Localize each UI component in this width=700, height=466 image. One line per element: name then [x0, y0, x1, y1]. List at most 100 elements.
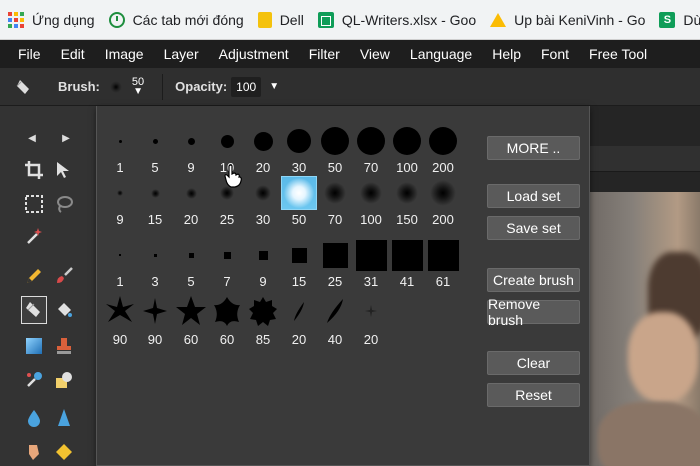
brush-cell[interactable]: 60: [173, 295, 209, 352]
brush-size-label: 30: [291, 160, 307, 175]
menu-font[interactable]: Font: [531, 46, 579, 62]
paint-bucket-icon[interactable]: [52, 298, 76, 322]
custom-brush-icon: [245, 294, 281, 333]
brush-cell[interactable]: 200: [425, 124, 461, 180]
menu-filter[interactable]: Filter: [299, 46, 350, 62]
bookmark-recent-tabs[interactable]: Các tab mới đóng: [108, 11, 244, 28]
round-brush-icon: [393, 127, 421, 155]
brush-cell[interactable]: 31: [353, 238, 389, 294]
brush-cell[interactable]: 50: [317, 124, 353, 180]
bookmark-ql-writers[interactable]: QL-Writers.xlsx - Goo: [317, 11, 476, 28]
menu-help[interactable]: Help: [482, 46, 531, 62]
opacity-field[interactable]: 100: [231, 76, 262, 97]
soft-brush-icon: [324, 182, 346, 204]
lasso-tool-icon[interactable]: [52, 192, 76, 216]
brush-cell[interactable]: 20: [281, 296, 317, 352]
reset-button[interactable]: Reset: [487, 383, 580, 407]
menu-view[interactable]: View: [350, 46, 400, 62]
custom-brush-icon: [281, 294, 317, 333]
brush-tool-icon[interactable]: [52, 264, 76, 288]
brush-cell[interactable]: 25: [317, 238, 353, 294]
brush-shape: [353, 176, 389, 210]
menu-image[interactable]: Image: [95, 46, 154, 62]
brush-cell[interactable]: 30: [245, 176, 281, 232]
brush-cell[interactable]: 9: [173, 124, 209, 180]
collapse-left-icon[interactable]: ◀: [20, 126, 44, 150]
brush-size-dropdown[interactable]: 50 ▼: [132, 76, 144, 97]
expand-right-icon[interactable]: ▶: [54, 126, 78, 150]
create-brush-button[interactable]: Create brush: [487, 268, 580, 292]
crop-tool-icon[interactable]: [22, 158, 46, 182]
brush-shape: [173, 124, 209, 158]
brush-size-label: 20: [291, 332, 307, 347]
brush-cell[interactable]: 15: [137, 176, 173, 232]
brush-cell[interactable]: 7: [209, 238, 245, 294]
brush-size-label: 41: [399, 274, 415, 289]
brush-cell[interactable]: 20: [353, 296, 389, 352]
blur-tool-icon[interactable]: [22, 406, 46, 430]
brush-cell[interactable]: 1: [102, 124, 138, 180]
brush-cell[interactable]: 9: [245, 238, 281, 294]
marquee-tool-icon[interactable]: [22, 192, 46, 216]
smudge-tool-icon[interactable]: [22, 440, 46, 464]
menu-language[interactable]: Language: [400, 46, 482, 62]
brush-cell[interactable]: 70: [317, 176, 353, 232]
menu-adjustment[interactable]: Adjustment: [209, 46, 299, 62]
brush-cell[interactable]: 70: [353, 124, 389, 180]
bookmark-kenivinh[interactable]: Up bài KeniVinh - Go: [490, 12, 645, 28]
remove-brush-button[interactable]: Remove brush: [487, 296, 580, 328]
brush-cell[interactable]: 3: [137, 238, 173, 294]
brush-cell[interactable]: 20: [173, 176, 209, 232]
brush-cell[interactable]: 15: [281, 238, 317, 294]
canvas-photo[interactable]: [588, 192, 700, 466]
clear-button[interactable]: Clear: [487, 351, 580, 375]
brush-cell[interactable]: 40: [317, 296, 353, 352]
save-set-button[interactable]: Save set: [487, 216, 580, 240]
brush-preview[interactable]: [109, 80, 122, 93]
s-icon: S: [659, 11, 676, 28]
brush-cell[interactable]: 50: [281, 176, 317, 232]
round-brush-icon: [220, 134, 234, 148]
gradient-tool-icon[interactable]: [22, 334, 46, 358]
brush-cell[interactable]: 85: [245, 296, 281, 352]
clone-stamp-icon[interactable]: [52, 334, 76, 358]
brush-shape: [173, 176, 209, 210]
bookmark-dell[interactable]: Dell: [257, 11, 304, 28]
round-brush-icon: [118, 139, 122, 143]
menu-free-tool[interactable]: Free Tool: [579, 46, 657, 62]
pencil-tool-icon[interactable]: [22, 264, 46, 288]
brush-size-label: 3: [151, 274, 159, 289]
brush-cell[interactable]: 100: [389, 124, 425, 180]
bookmark-gmail[interactable]: S Dùng Gmail: [659, 11, 700, 28]
more-brushes-button[interactable]: MORE ..: [487, 136, 580, 160]
brush-cell[interactable]: 5: [173, 238, 209, 294]
bookmark-apps[interactable]: Ứng dụng: [8, 11, 95, 28]
menu-file[interactable]: File: [8, 46, 51, 62]
brush-cell[interactable]: 61: [425, 238, 461, 294]
sharpen-tool-icon[interactable]: [52, 406, 76, 430]
move-tool-icon[interactable]: [52, 158, 76, 182]
square-brush-icon: [153, 253, 157, 257]
brush-cell[interactable]: 41: [389, 238, 425, 294]
brush-cell[interactable]: 200: [425, 176, 461, 232]
eraser-tool-icon[interactable]: [21, 296, 47, 324]
brush-cell[interactable]: 150: [389, 176, 425, 232]
brush-cell[interactable]: 1: [102, 238, 138, 294]
color-replace-icon[interactable]: [22, 368, 46, 392]
brush-cell[interactable]: 100: [353, 176, 389, 232]
brush-cell[interactable]: 60: [209, 296, 245, 352]
opacity-chevron-icon[interactable]: ▼: [269, 81, 279, 92]
brush-label: Brush:: [58, 79, 100, 94]
magic-wand-icon[interactable]: [22, 224, 46, 248]
brush-cell[interactable]: 9: [102, 176, 138, 232]
brush-cell[interactable]: 90: [102, 295, 138, 352]
shape-tool-icon[interactable]: [52, 368, 76, 392]
brush-cell[interactable]: 5: [137, 124, 173, 180]
load-set-button[interactable]: Load set: [487, 184, 580, 208]
brush-cell[interactable]: 20: [245, 124, 281, 180]
sponge-tool-icon[interactable]: [52, 440, 76, 464]
menu-edit[interactable]: Edit: [51, 46, 95, 62]
menu-layer[interactable]: Layer: [154, 46, 209, 62]
brush-cell[interactable]: 90: [137, 296, 173, 352]
brush-cell[interactable]: 30: [281, 124, 317, 180]
